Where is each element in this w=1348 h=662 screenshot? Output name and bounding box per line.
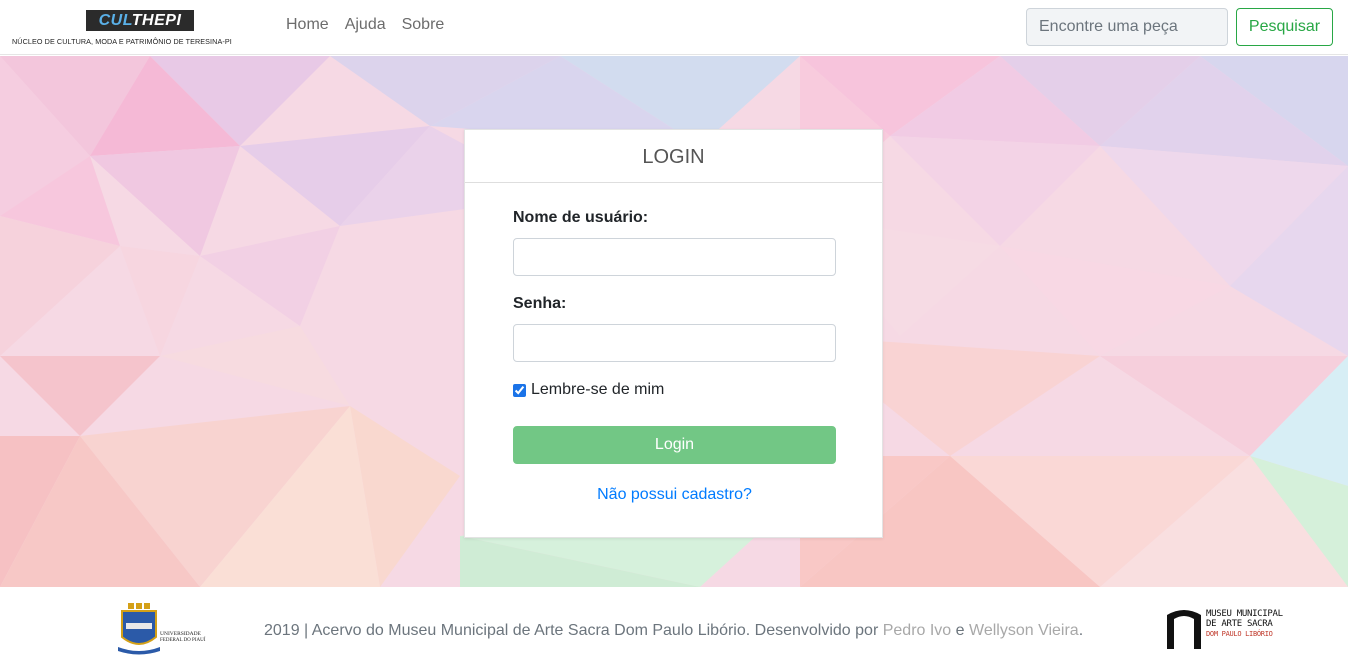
author-link-wellyson[interactable]: Wellyson Vieira — [969, 622, 1079, 639]
login-card: LOGIN Nome de usuário: Senha: Lembre-se … — [464, 129, 883, 538]
museu-arch-icon — [1167, 610, 1201, 649]
nav-link-home[interactable]: Home — [286, 16, 329, 34]
footer-suffix: . — [1078, 622, 1084, 639]
remember-me-checkbox[interactable] — [513, 383, 526, 397]
footer-credits: 2019 | Acervo do Museu Municipal de Arte… — [264, 622, 1083, 640]
ufpi-logo: UNIVERSIDADE FEDERAL DO PIAUÍ — [118, 603, 218, 655]
navbar: CULTHEPI NÚCLEO DE CULTURA, MODA E PATRI… — [0, 0, 1348, 55]
museu-logo-text: MUSEU MUNICIPAL DE ARTE SACRA DOM PAULO … — [1206, 609, 1283, 638]
remember-me: Lembre-se de mim — [513, 381, 664, 399]
footer-connector: e — [951, 622, 969, 639]
footer-text-prefix: 2019 | Acervo do Museu Municipal de Arte… — [264, 622, 883, 639]
username-label: Nome de usuário: — [513, 209, 649, 226]
password-label: Senha: — [513, 295, 567, 312]
login-title: LOGIN — [465, 130, 882, 183]
author-link-pedro[interactable]: Pedro Ivo — [883, 622, 951, 639]
brand-subtitle: NÚCLEO DE CULTURA, MODA E PATRIMÔNIO DE … — [12, 37, 232, 46]
nav-link-ajuda[interactable]: Ajuda — [345, 16, 386, 34]
username-input[interactable] — [513, 238, 836, 276]
footer: UNIVERSIDADE FEDERAL DO PIAUÍ 2019 | Ace… — [0, 587, 1348, 662]
search-button[interactable]: Pesquisar — [1236, 8, 1333, 46]
nav-link-sobre[interactable]: Sobre — [402, 16, 445, 34]
nav-links: Home Ajuda Sobre — [286, 16, 444, 34]
remember-me-label: Lembre-se de mim — [531, 381, 665, 398]
brand-logo[interactable]: CULTHEPI NÚCLEO DE CULTURA, MODA E PATRI… — [12, 10, 256, 46]
brand-logo-mark: CULTHEPI — [86, 10, 194, 31]
password-input[interactable] — [513, 324, 836, 362]
search-input[interactable] — [1026, 8, 1228, 46]
login-button[interactable]: Login — [513, 426, 836, 464]
register-link[interactable]: Não possui cadastro? — [465, 486, 884, 504]
museu-logo: MUSEU MUNICIPAL DE ARTE SACRA DOM PAULO … — [1164, 607, 1288, 653]
svg-text:FEDERAL DO PIAUÍ: FEDERAL DO PIAUÍ — [160, 637, 206, 643]
svg-text:UNIVERSIDADE: UNIVERSIDADE — [160, 631, 202, 637]
